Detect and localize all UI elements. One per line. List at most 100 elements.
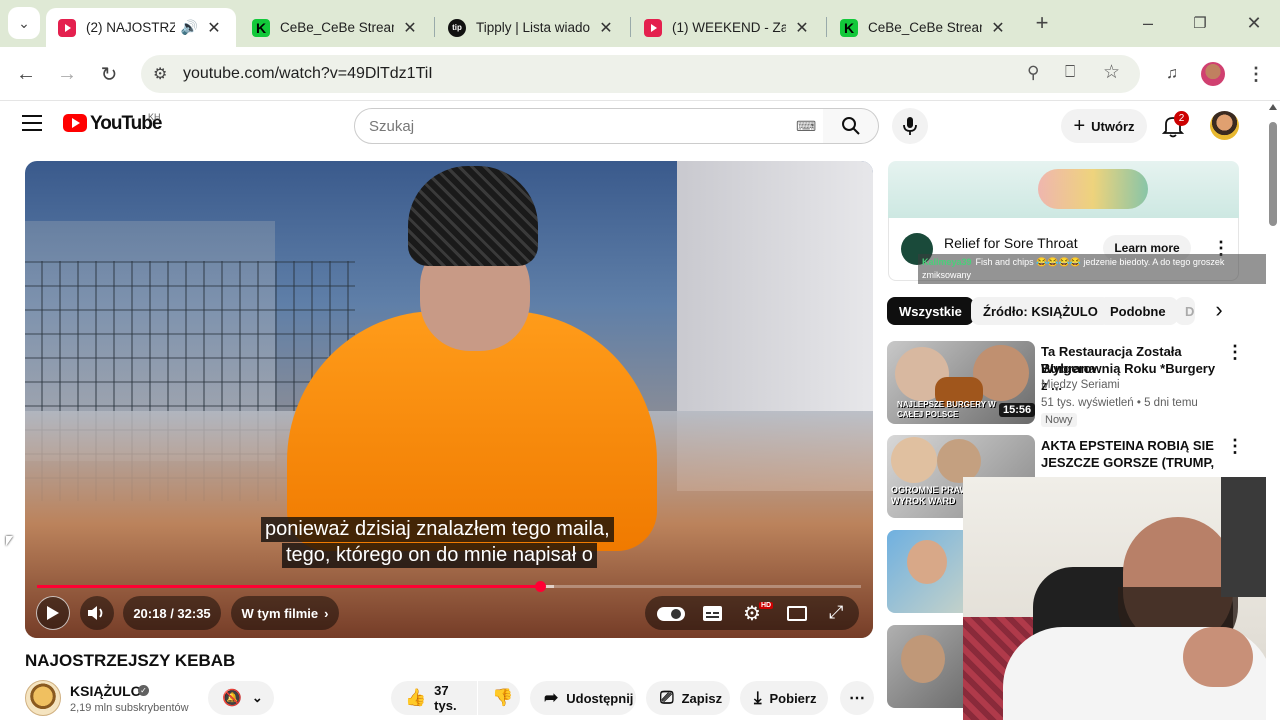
close-tab-icon[interactable]: ✕ <box>204 18 224 38</box>
restore-icon[interactable]: ❐ <box>1184 7 1216 39</box>
share-button[interactable]: ➦ Udostępnij <box>530 681 636 715</box>
progress-bar[interactable] <box>37 581 861 592</box>
close-tab-icon[interactable]: ✕ <box>792 18 812 38</box>
bookmark-star-icon[interactable]: ☆ <box>1103 61 1120 84</box>
like-button[interactable]: 👍 37 tys. <box>391 681 477 715</box>
keyboard-icon[interactable]: ⌨ <box>796 118 816 135</box>
channel-name[interactable]: KSIĄŻULO <box>70 683 142 699</box>
video-title: NAJOSTRZEJSZY KEBAB <box>25 651 236 670</box>
rec-channel-1[interactable]: Między Seriami <box>1041 379 1120 391</box>
install-icon[interactable]: ⎕ <box>1065 62 1075 82</box>
tab-tipply[interactable]: tip Tipply | Lista wiadomości ✕ <box>436 8 628 47</box>
tab-title: Tipply | Lista wiadomości <box>476 20 590 35</box>
chip-partial[interactable]: D <box>1175 297 1195 325</box>
country-code: KH <box>148 112 161 122</box>
download-button[interactable]: ⤓ Pobierz <box>740 681 828 715</box>
tab-title: CeBe_CeBe Stream <box>280 20 394 35</box>
search-icon <box>841 117 860 135</box>
more-actions-button[interactable]: ⋯ <box>840 681 874 715</box>
in-video-chapters-button[interactable]: W tym filmie › <box>231 596 339 630</box>
close-tab-icon[interactable]: ✕ <box>400 18 420 38</box>
channel-avatar[interactable] <box>25 680 61 716</box>
back-icon[interactable]: ← <box>10 58 42 90</box>
chevron-down-icon: ⌄ <box>251 690 263 705</box>
new-tab-icon[interactable]: + <box>1026 7 1058 39</box>
chips-next-chevron-icon[interactable]: › <box>1207 299 1231 323</box>
play-button[interactable] <box>36 596 70 630</box>
scroll-up-icon[interactable] <box>1269 104 1277 110</box>
more-horizontal-icon: ⋯ <box>849 690 865 707</box>
hamburger-menu-icon[interactable] <box>22 115 42 131</box>
forward-icon[interactable]: → <box>51 58 83 90</box>
tab-youtube-weekend[interactable]: (1) WEEKEND - Za k ✕ <box>632 8 824 47</box>
ad-title[interactable]: Relief for Sore Throat <box>944 235 1078 251</box>
mouse-cursor-icon <box>6 536 13 546</box>
kick-icon: K <box>840 18 858 37</box>
rec-duration-1: 15:56 <box>999 403 1035 417</box>
subscriber-count: 2,19 mln subskrybentów <box>70 702 189 714</box>
profile-avatar[interactable] <box>1201 62 1225 86</box>
account-avatar[interactable] <box>1210 111 1239 140</box>
create-button[interactable]: + Utwórz <box>1061 109 1147 143</box>
voice-search-button[interactable] <box>892 108 928 144</box>
notifications-button[interactable]: 2 <box>1160 111 1189 140</box>
miniplayer-icon[interactable] <box>787 606 807 621</box>
rec-thumbnail-1[interactable]: NAJLEPSZE BURGERY W CAŁEJ POLSCE 15:56 <box>887 341 1035 424</box>
minimize-icon[interactable]: – <box>1132 7 1164 39</box>
autoplay-toggle[interactable] <box>657 607 685 621</box>
speaker-icon[interactable]: 🔊 <box>181 19 198 36</box>
chip-all[interactable]: Wszystkie <box>887 297 974 325</box>
rec-thumb-text-1: NAJLEPSZE BURGERY W CAŁEJ POLSCE <box>897 400 996 419</box>
tipply-icon: tip <box>448 18 466 37</box>
tab-strip: ⌄ (2) NAJOSTRZEJSZY KEBAB 🔊 ✕ K CeBe_CeB… <box>0 0 1280 47</box>
address-bar[interactable]: ⚙ youtube.com/watch?v=49DlTdz1TiI ⚲ ⎕ ☆ <box>141 55 1140 93</box>
subscription-notifications-button[interactable]: 🔕 ⌄ <box>208 681 274 715</box>
youtube-icon <box>644 18 662 37</box>
rec-menu-icon-2[interactable]: ⋮ <box>1226 436 1244 457</box>
subtitles-icon[interactable] <box>703 606 722 621</box>
chip-similar[interactable]: Podobne <box>1098 297 1178 325</box>
site-info-icon[interactable]: ⚙ <box>153 64 167 84</box>
tab-search-button[interactable]: ⌄ <box>8 7 40 39</box>
close-tab-icon[interactable]: ✕ <box>988 18 1008 38</box>
tab-title: (2) NAJOSTRZEJSZY KEBAB <box>86 20 175 35</box>
browser-toolbar: ← → ↻ ⚙ youtube.com/watch?v=49DlTdz1TiI … <box>0 47 1280 101</box>
tab-youtube-active[interactable]: (2) NAJOSTRZEJSZY KEBAB 🔊 ✕ <box>46 8 236 47</box>
fullscreen-icon[interactable]: ⤢ <box>829 602 843 623</box>
plus-icon: + <box>1073 114 1086 137</box>
scrollbar-thumb[interactable] <box>1269 122 1277 226</box>
search-button[interactable] <box>823 108 879 144</box>
media-controls-icon[interactable]: ♫ <box>1156 58 1188 90</box>
zoom-icon[interactable]: ⚲ <box>1027 63 1039 83</box>
search-input[interactable]: Szukaj ⌨ <box>354 108 824 144</box>
like-count: 37 tys. <box>434 683 457 713</box>
bell-off-icon: 🔕 <box>222 690 242 707</box>
chip-source-channel[interactable]: Źródło: KSIĄŻULO <box>971 297 1110 325</box>
verified-badge-icon: ✓ <box>138 685 149 696</box>
close-tab-icon[interactable]: ✕ <box>596 18 616 38</box>
volume-button[interactable] <box>80 596 114 630</box>
video-player[interactable]: ponieważ dzisiaj znalazłem tego maila, t… <box>25 161 873 638</box>
chat-username: Kalimeya39 <box>922 257 972 267</box>
close-window-icon[interactable]: ✕ <box>1238 7 1270 39</box>
tab-kick-1[interactable]: K CeBe_CeBe Stream ✕ <box>240 8 432 47</box>
youtube-logo-icon[interactable] <box>63 114 87 132</box>
share-label: Udostępnij <box>566 690 634 706</box>
browser-menu-icon[interactable]: ⋮ <box>1240 58 1272 90</box>
toggle-knob-icon <box>671 609 681 619</box>
url-text: youtube.com/watch?v=49DlTdz1TiI <box>183 65 433 82</box>
tab-title: (1) WEEKEND - Za k <box>672 20 786 35</box>
save-button[interactable]: ⎚ Zapisz <box>646 681 730 715</box>
reload-icon[interactable]: ↻ <box>93 58 125 90</box>
tab-kick-2[interactable]: K CeBe_CeBe Stream ✕ <box>828 8 1020 47</box>
dislike-button[interactable]: 👎 <box>478 681 520 715</box>
rec-title-2-line1[interactable]: AKTA EPSTEINA ROBIĄ SIE <box>1041 437 1221 454</box>
rec-menu-icon-1[interactable]: ⋮ <box>1226 342 1244 363</box>
play-icon <box>47 606 59 620</box>
page-scrollbar[interactable] <box>1266 102 1280 720</box>
download-icon: ⤓ <box>754 688 762 707</box>
ad-banner-image[interactable] <box>888 161 1239 218</box>
volume-icon <box>88 606 103 620</box>
bookmark-icon: ⎚ <box>660 688 674 707</box>
youtube-icon <box>58 18 76 37</box>
